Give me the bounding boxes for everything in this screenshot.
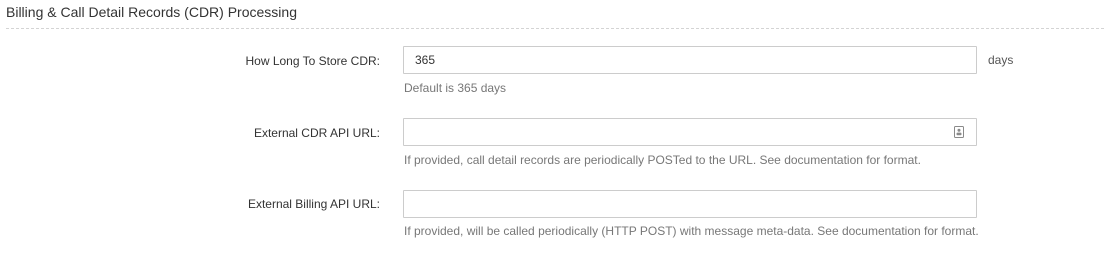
billing-api-url-input[interactable] (403, 190, 977, 218)
cdr-api-url-help: If provided, call detail records are per… (404, 153, 921, 167)
section-divider (6, 28, 1104, 29)
cdr-retention-value: 365 (415, 53, 436, 67)
autofill-contact-card-icon[interactable] (954, 126, 964, 138)
cdr-retention-input[interactable]: 365 (403, 46, 977, 74)
billing-api-url-label: External Billing API URL: (247, 197, 380, 211)
billing-api-url-help: If provided, will be called periodically… (404, 224, 979, 238)
cdr-api-url-label: External CDR API URL: (253, 126, 380, 140)
cdr-api-url-input[interactable] (403, 118, 977, 146)
cdr-retention-label: How Long To Store CDR: (245, 54, 380, 68)
cdr-retention-unit: days (988, 53, 1014, 67)
cdr-retention-help: Default is 365 days (404, 81, 507, 95)
section-title: Billing & Call Detail Records (CDR) Proc… (6, 4, 297, 20)
